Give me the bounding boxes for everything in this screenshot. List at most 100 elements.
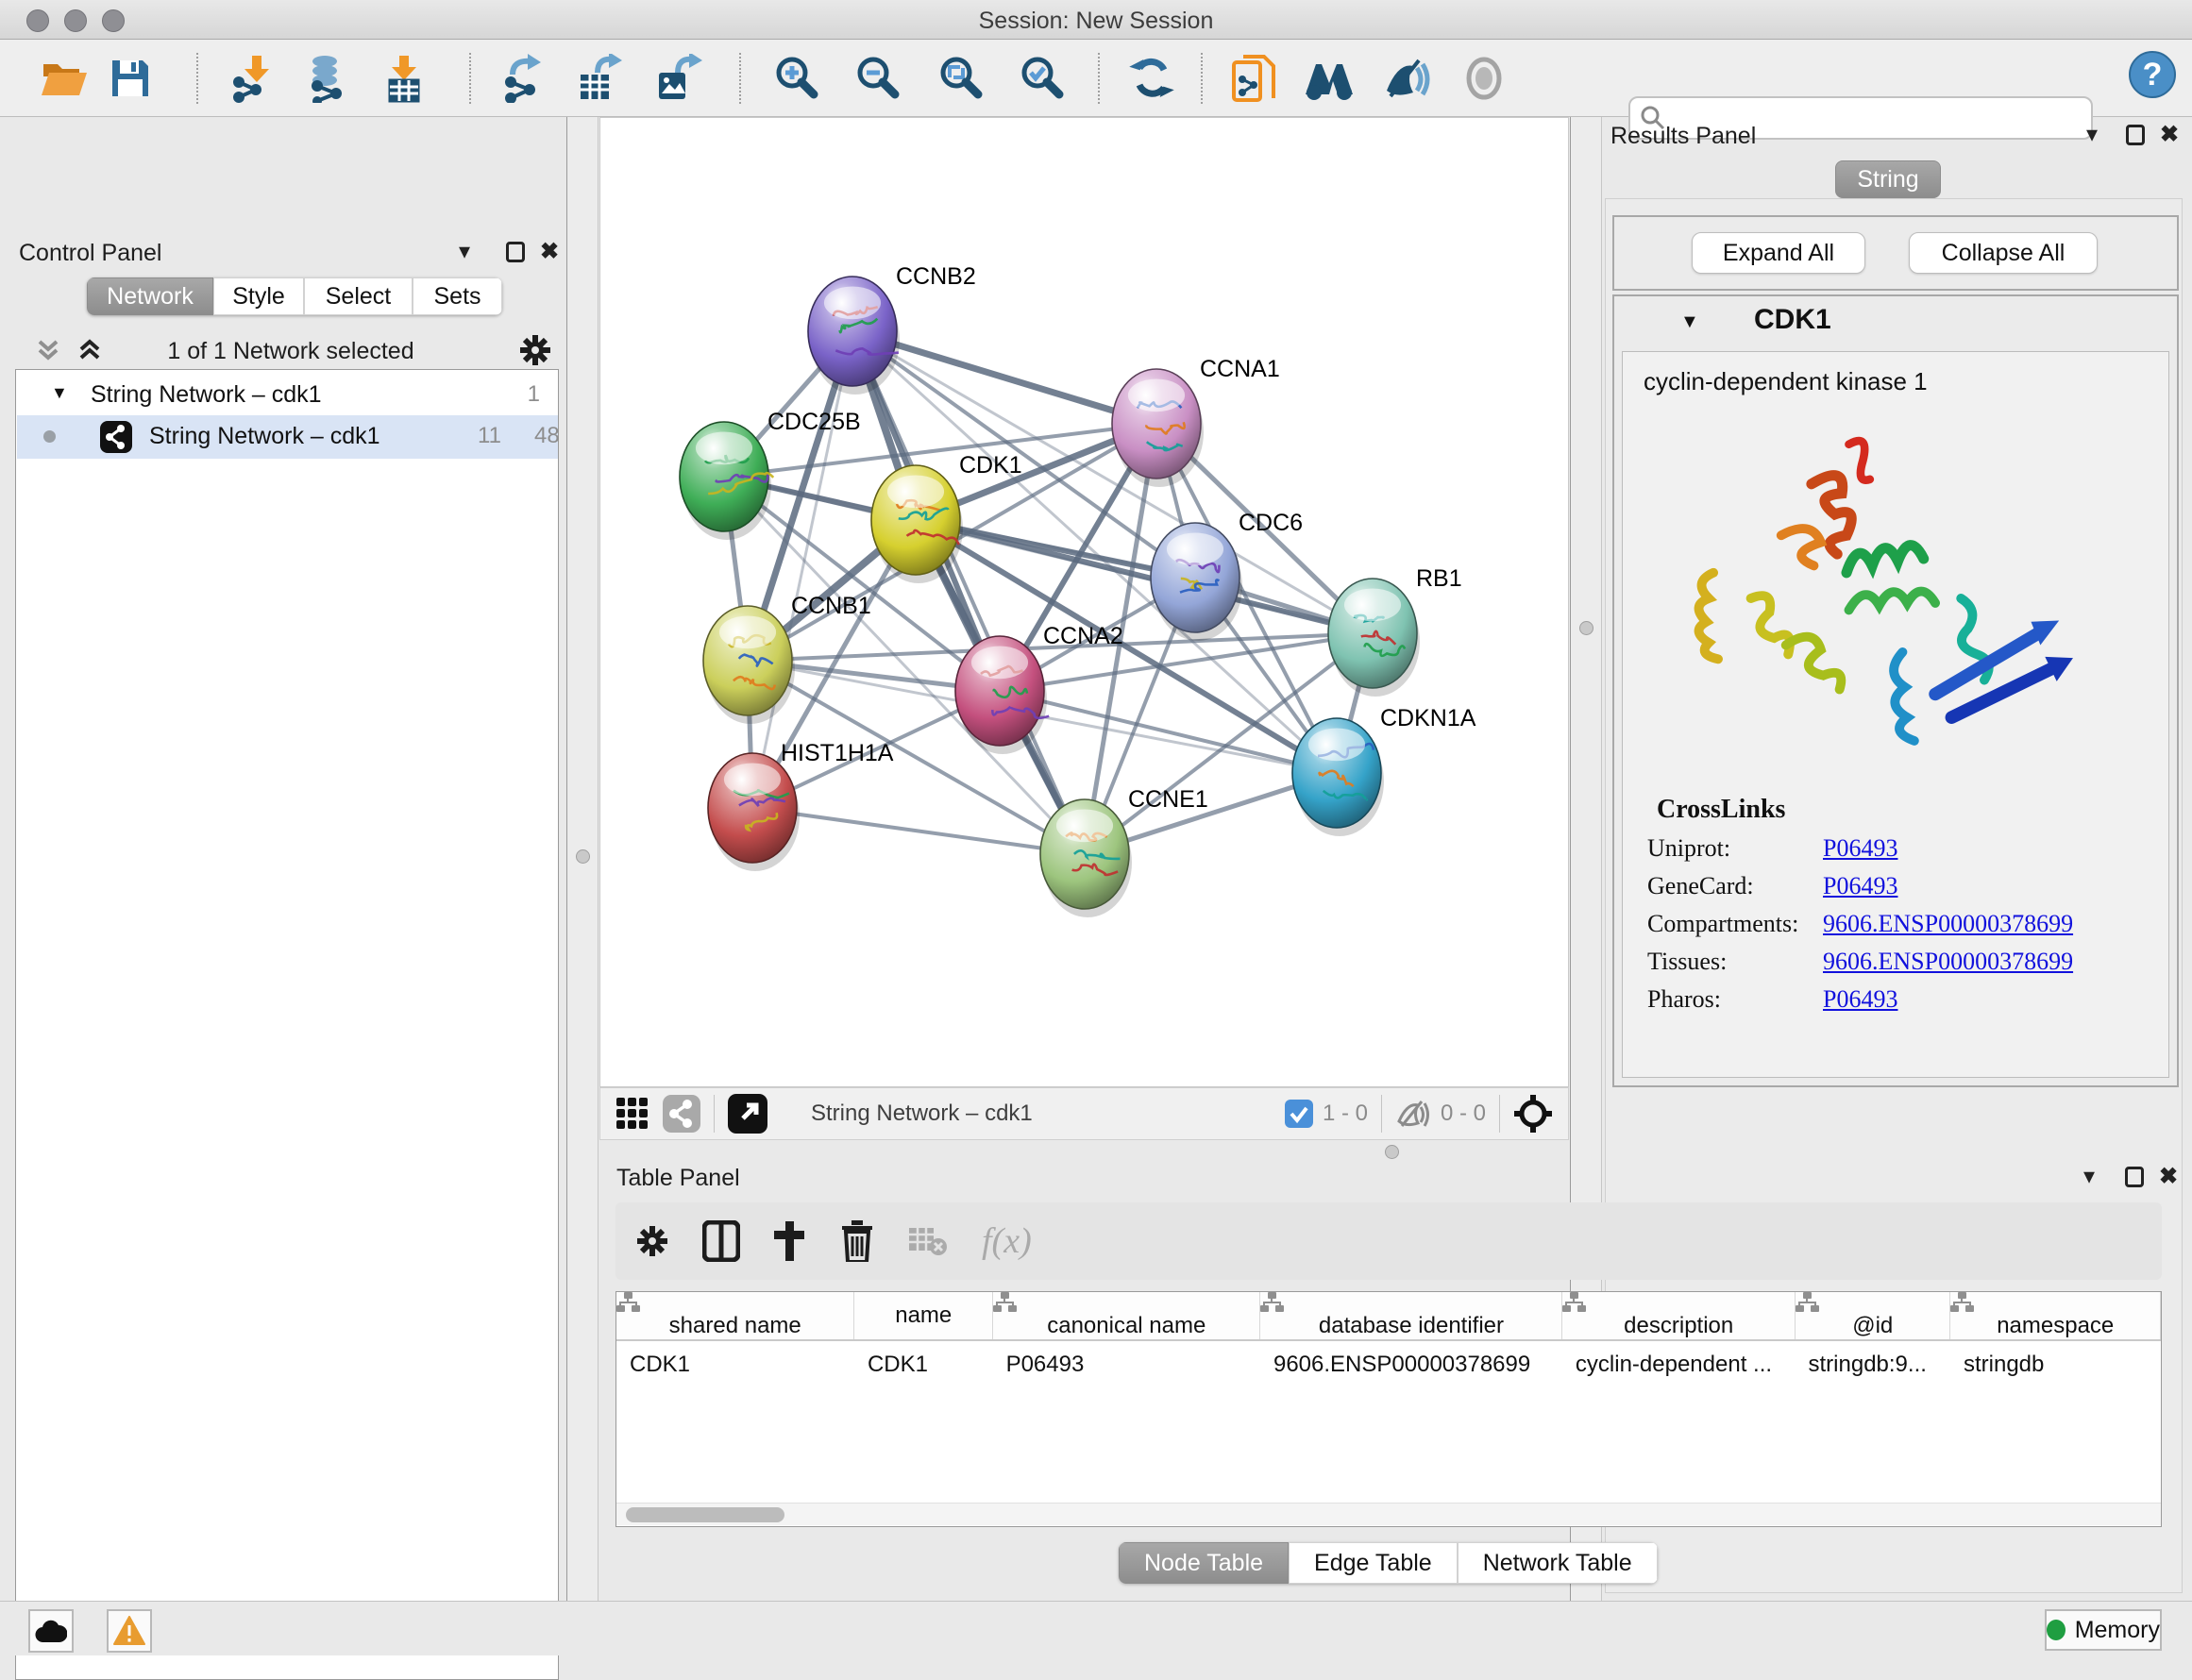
tab-string[interactable]: String <box>1835 160 1941 198</box>
tab-style[interactable]: Style <box>213 277 304 315</box>
expand-all-networks-icon[interactable] <box>76 336 104 364</box>
collection-expander-icon[interactable]: ▼ <box>51 383 68 403</box>
zoom-in-icon[interactable] <box>770 51 823 106</box>
table-panel-close-icon[interactable]: ✖ <box>2159 1163 2178 1190</box>
warning-status-button[interactable] <box>107 1609 152 1653</box>
import-network-file-icon[interactable] <box>225 51 278 106</box>
table-cell[interactable]: 9606.ENSP00000378699 <box>1260 1340 1562 1387</box>
network-collection-row[interactable]: ▼ String Network – cdk1 1 <box>17 378 557 415</box>
network-view-type-icon[interactable] <box>663 1095 700 1133</box>
horizontal-splitter[interactable] <box>599 1140 1569 1165</box>
collapse-all-button[interactable]: Collapse All <box>1909 232 2098 274</box>
crosslink-value-link[interactable]: 9606.ENSP00000378699 <box>1823 948 2073 976</box>
table-hscrollbar[interactable] <box>616 1503 2161 1525</box>
network-node[interactable]: CCNB2 <box>808 263 976 395</box>
network-node[interactable]: CCNA1 <box>1112 356 1280 487</box>
zoom-selected-icon[interactable] <box>1016 51 1069 106</box>
network-node[interactable]: HIST1H1A <box>708 740 894 871</box>
find-binoculars-icon[interactable] <box>1303 51 1356 106</box>
column-header-canonical-name[interactable]: canonical name <box>993 1292 1260 1340</box>
column-header-namespace[interactable]: namespace <box>1950 1292 2161 1340</box>
table-cell[interactable]: stringdb <box>1950 1340 2161 1387</box>
tab-network-table[interactable]: Network Table <box>1458 1542 1658 1584</box>
crosslink-value-link[interactable]: P06493 <box>1823 985 1897 1014</box>
tab-edge-table[interactable]: Edge Table <box>1289 1542 1458 1584</box>
crosslink-value-link[interactable]: P06493 <box>1823 872 1897 900</box>
network-node[interactable]: CDC6 <box>1151 510 1303 641</box>
export-image-icon[interactable] <box>651 51 704 106</box>
network-node[interactable]: RB1 <box>1328 565 1462 697</box>
gene-expander-icon[interactable]: ▼ <box>1680 311 1699 333</box>
column-header-name[interactable]: name <box>854 1292 993 1340</box>
grid-view-icon[interactable] <box>615 1097 649 1131</box>
table-panel-float-icon[interactable] <box>2125 1167 2144 1187</box>
table-cell[interactable]: CDK1 <box>854 1340 993 1387</box>
table-row[interactable]: CDK1CDK1P064939606.ENSP00000378699cyclin… <box>616 1340 2161 1387</box>
network-canvas[interactable]: CCNB2 CCNA1 CDC25BCDK1 CDC6RB1 CCNB1 CCNA2 CDK… <box>599 117 1569 1087</box>
export-network-icon[interactable] <box>497 51 550 106</box>
zoom-out-icon[interactable] <box>852 51 904 106</box>
column-header-shared-name[interactable]: shared name <box>616 1292 854 1340</box>
save-session-icon[interactable] <box>104 51 157 106</box>
control-panel-float-icon[interactable] <box>506 242 525 262</box>
open-session-icon[interactable] <box>38 51 91 106</box>
table-hscrollbar-thumb[interactable] <box>626 1507 784 1522</box>
network-node[interactable]: CCNB1 <box>703 593 871 724</box>
network-node[interactable]: CDKN1A <box>1292 705 1476 836</box>
left-splitter-handle[interactable] <box>576 849 590 864</box>
network-edge[interactable] <box>916 520 1373 633</box>
crosslink-value-link[interactable]: 9606.ENSP00000378699 <box>1823 910 2073 938</box>
warning-icon <box>113 1616 145 1646</box>
birdseye-crosshair-icon[interactable] <box>1513 1094 1553 1134</box>
tab-network[interactable]: Network <box>87 277 213 315</box>
import-table-file-icon[interactable] <box>378 51 430 106</box>
add-column-icon[interactable] <box>772 1219 806 1263</box>
detach-view-icon[interactable] <box>728 1094 767 1134</box>
column-header-database-identifier[interactable]: database identifier <box>1260 1292 1562 1340</box>
collapse-all-networks-icon[interactable] <box>34 336 62 364</box>
network-edge[interactable] <box>752 808 1085 854</box>
selected-checkbox-icon[interactable] <box>1285 1100 1313 1128</box>
cloud-status-button[interactable] <box>28 1609 74 1653</box>
horizontal-splitter-handle[interactable] <box>1385 1145 1399 1159</box>
tab-node-table[interactable]: Node Table <box>1119 1542 1289 1584</box>
results-panel-float-icon[interactable] <box>2126 125 2145 145</box>
network-node[interactable]: CCNE1 <box>1040 786 1208 917</box>
table-options-gear-icon[interactable] <box>634 1223 670 1259</box>
column-header--id[interactable]: @id <box>1796 1292 1950 1340</box>
network-node[interactable]: CDK1 <box>871 452 1022 583</box>
table-cell[interactable]: cyclin-dependent ... <box>1562 1340 1796 1387</box>
table-cell[interactable]: stringdb:9... <box>1796 1340 1950 1387</box>
network-row-selected[interactable]: String Network – cdk1 11 48 <box>17 415 558 459</box>
column-header-description[interactable]: description <box>1562 1292 1796 1340</box>
column-header-label: name <box>895 1302 952 1328</box>
memory-button[interactable]: Memory <box>2045 1609 2162 1651</box>
network-edge[interactable] <box>752 331 852 808</box>
zoom-fit-icon[interactable] <box>935 51 987 106</box>
table-cell[interactable]: CDK1 <box>616 1340 854 1387</box>
tab-sets[interactable]: Sets <box>413 277 502 315</box>
tab-select[interactable]: Select <box>304 277 413 315</box>
help-icon[interactable]: ? <box>2126 47 2179 102</box>
crosslink-value-link[interactable]: P06493 <box>1823 834 1897 863</box>
export-table-icon[interactable] <box>573 51 626 106</box>
network-snapshot-icon[interactable] <box>1227 51 1280 106</box>
delete-column-trash-icon[interactable] <box>840 1220 874 1262</box>
results-panel-menu-icon[interactable]: ▾ <box>2086 121 2098 148</box>
control-panel-close-icon[interactable]: ✖ <box>540 238 559 265</box>
control-panel-menu-icon[interactable]: ▾ <box>459 238 470 265</box>
show-columns-icon[interactable] <box>702 1220 740 1262</box>
expand-all-button[interactable]: Expand All <box>1692 232 1865 274</box>
apply-layout-icon[interactable] <box>1125 51 1178 106</box>
network-node[interactable]: CCNA2 <box>955 623 1123 754</box>
left-splitter[interactable] <box>566 117 599 1601</box>
network-node[interactable]: CDC25B <box>680 409 861 540</box>
table-panel-menu-icon[interactable]: ▾ <box>2083 1163 2095 1190</box>
right-splitter-handle[interactable] <box>1579 621 1593 635</box>
import-network-database-icon[interactable] <box>300 51 353 106</box>
network-options-gear-icon[interactable] <box>517 332 553 368</box>
results-panel-close-icon[interactable]: ✖ <box>2160 121 2179 148</box>
hide-selected-eye-icon[interactable] <box>1380 51 1433 106</box>
table-cell[interactable]: P06493 <box>993 1340 1260 1387</box>
network-edge[interactable] <box>852 331 1085 854</box>
